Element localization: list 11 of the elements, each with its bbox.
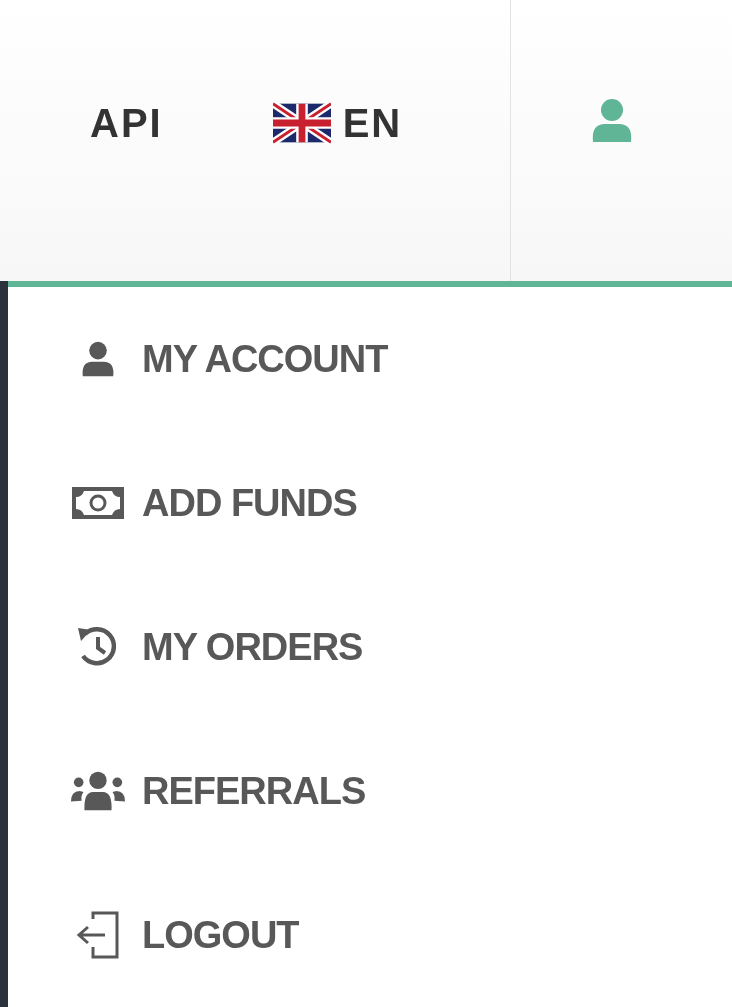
menu-item[interactable]: LOGOUT	[8, 863, 732, 1007]
users-icon	[70, 770, 126, 812]
language-selector[interactable]: EN	[272, 100, 403, 146]
api-link[interactable]: API	[90, 100, 163, 146]
menu-item[interactable]: MY ORDERS	[8, 575, 732, 719]
menu-item[interactable]: MY ACCOUNT	[8, 287, 732, 431]
menu-item[interactable]: ADD FUNDS	[8, 431, 732, 575]
logout-icon	[75, 911, 121, 959]
menu-item[interactable]: REFERRALS	[8, 719, 732, 863]
flag-icon	[272, 101, 331, 145]
banknote-icon	[72, 486, 124, 520]
